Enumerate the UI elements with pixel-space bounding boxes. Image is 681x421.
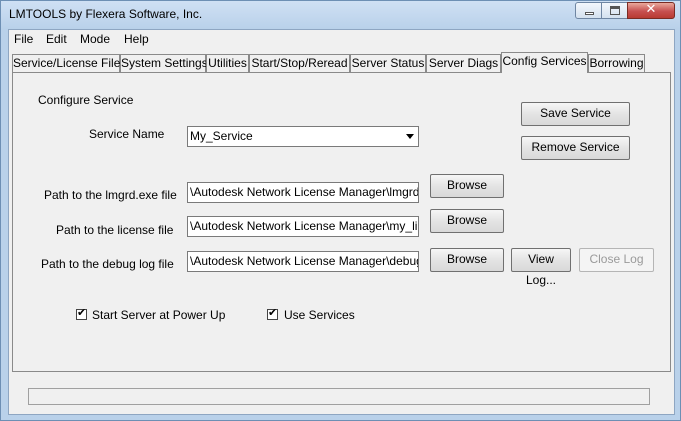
lmgrd-path-field[interactable]: \Autodesk Network License Manager\lmgrd.… xyxy=(187,182,419,203)
browse-debug-log-button[interactable]: Browse xyxy=(430,248,504,272)
lmgrd-path-value: \Autodesk Network License Manager\lmgrd.… xyxy=(190,185,419,199)
maximize-button[interactable] xyxy=(601,2,628,19)
debug-log-path-field[interactable]: \Autodesk Network License Manager\debug.… xyxy=(187,251,419,272)
start-server-checkbox[interactable]: ✔ xyxy=(76,306,87,320)
view-log-button[interactable]: View Log... xyxy=(511,248,571,287)
menu-help[interactable]: Help xyxy=(123,32,150,46)
browse-license-button[interactable]: Browse xyxy=(430,209,504,233)
tab-utilities[interactable]: Utilities xyxy=(206,54,249,72)
service-name-select[interactable]: My_Service xyxy=(187,126,419,147)
close-log-button[interactable]: Close Log xyxy=(579,248,654,272)
tab-borrowing[interactable]: Borrowing xyxy=(588,54,645,72)
license-path-field[interactable]: \Autodesk Network License Manager\my_lic… xyxy=(187,216,419,237)
debug-log-path-label: Path to the debug log file xyxy=(41,257,174,271)
tab-config-services[interactable]: Config Services xyxy=(501,52,588,73)
checkmark-icon: ✔ xyxy=(77,306,87,319)
tab-system-settings[interactable]: System Settings xyxy=(120,54,208,72)
save-service-button[interactable]: Save Service xyxy=(521,102,630,126)
configure-service-heading: Configure Service xyxy=(38,93,134,107)
maximize-icon xyxy=(610,6,620,15)
menu-edit[interactable]: Edit xyxy=(45,32,68,46)
menu-bar: File Edit Mode Help xyxy=(9,30,674,49)
license-path-label: Path to the license file xyxy=(56,223,174,237)
remove-service-button[interactable]: Remove Service xyxy=(521,136,630,160)
chevron-down-icon[interactable] xyxy=(402,127,418,146)
client-area: File Edit Mode Help Service/License File… xyxy=(8,29,675,415)
app-window: LMTOOLS by Flexera Software, Inc. ✕ File… xyxy=(0,0,681,421)
checkmark-icon: ✔ xyxy=(268,306,278,319)
use-services-label: Use Services xyxy=(284,308,355,322)
license-path-value: \Autodesk Network License Manager\my_lic… xyxy=(190,219,419,233)
menu-mode[interactable]: Mode xyxy=(79,32,111,46)
minimize-icon xyxy=(585,12,594,15)
window-title: LMTOOLS by Flexera Software, Inc. xyxy=(9,7,203,21)
debug-log-path-value: \Autodesk Network License Manager\debug.… xyxy=(190,254,419,268)
service-name-label: Service Name xyxy=(89,127,165,141)
title-bar[interactable]: LMTOOLS by Flexera Software, Inc. ✕ xyxy=(1,1,680,29)
start-server-label: Start Server at Power Up xyxy=(92,308,226,322)
tab-start-stop-reread[interactable]: Start/Stop/Reread xyxy=(249,54,350,72)
minimize-button[interactable] xyxy=(575,2,602,19)
status-bar xyxy=(28,388,650,405)
use-services-checkbox[interactable]: ✔ xyxy=(267,306,278,320)
menu-file[interactable]: File xyxy=(13,32,34,46)
close-icon: ✕ xyxy=(645,2,657,17)
tab-server-diags[interactable]: Server Diags xyxy=(426,54,501,72)
browse-lmgrd-button[interactable]: Browse xyxy=(430,174,504,198)
lmgrd-path-label: Path to the lmgrd.exe file xyxy=(44,188,177,202)
close-button[interactable]: ✕ xyxy=(627,2,675,19)
tab-server-status[interactable]: Server Status xyxy=(350,54,426,72)
service-name-value: My_Service xyxy=(190,129,253,143)
tab-service-license-file[interactable]: Service/License File xyxy=(12,54,120,72)
config-services-panel: Configure Service Service Name My_Servic… xyxy=(12,72,671,372)
